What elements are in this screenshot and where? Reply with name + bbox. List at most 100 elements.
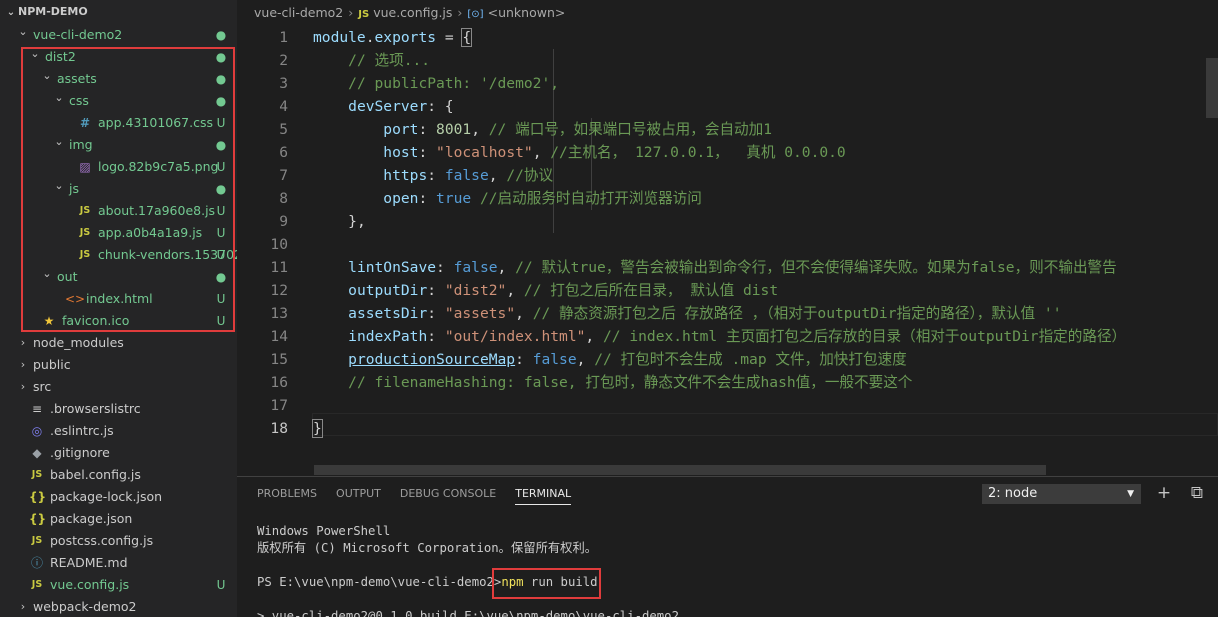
tree-file[interactable]: JS postcss.config.js [0, 530, 237, 552]
chevron-right-icon: › [20, 600, 26, 613]
code-content: // 选项... [313, 49, 430, 72]
token-key: assetsDir [348, 305, 428, 322]
token-punct: , [532, 144, 551, 161]
code-line: 13 assetsDir: "assets", // 静态资源打包之后 存放路径… [237, 302, 1218, 325]
config-file-icon: ≡ [31, 402, 43, 416]
eslint-icon: ◎ [31, 424, 43, 438]
token-key: devServer [348, 98, 428, 115]
tree-folder[interactable]: › public [0, 354, 237, 376]
token-punct: : [515, 351, 533, 368]
token-punct: , [488, 167, 507, 184]
code-line: 8 open: true //启动服务时自动打开浏览器访问 [237, 187, 1218, 210]
token-number: 8001 [436, 121, 472, 138]
git-modified-dot: ● [215, 28, 227, 42]
code-content: https: false, //协议 [313, 164, 553, 187]
tree-file[interactable]: ◎ .eslintrc.js [0, 420, 237, 442]
tree-file[interactable]: ≡ .browserslistrc [0, 398, 237, 420]
token-comment: // filenameHashing: false, 打包时，静态文件不会生成h… [348, 374, 913, 391]
token-punct: : [427, 282, 445, 299]
tree-file[interactable]: {} package-lock.json [0, 486, 237, 508]
json-file-icon: {} [29, 490, 47, 504]
token-identifier: module [313, 29, 366, 46]
tree-item-label: babel.config.js [50, 467, 141, 482]
token-key: outputDir [348, 282, 428, 299]
tree-item-label: package-lock.json [50, 489, 163, 504]
token-brace: { [461, 28, 473, 47]
breadcrumb: vue-cli-demo2 › JS vue.config.js › [⊙] <unknow… [237, 0, 1218, 26]
tree-item-label: postcss.config.js [50, 533, 154, 548]
breadcrumb-folder[interactable]: vue-cli-demo2 [254, 5, 343, 20]
token-string: "assets" [444, 305, 516, 322]
explorer-sidebar: ⌄ NPM-DEMO ⌄ vue-cli-demo2 ● ⌄ dist2 ● ⌄ assets ●… [0, 0, 237, 617]
code-line: 17 [237, 394, 1218, 417]
terminal-output[interactable]: Windows PowerShell 版权所有 (C) Microsoft Cor… [257, 523, 1207, 617]
tree-file[interactable]: JS babel.config.js [0, 464, 237, 486]
code-line: 4 devServer: { [237, 95, 1218, 118]
token-punct: , [497, 259, 516, 276]
tree-item-label: package.json [50, 511, 133, 526]
add-terminal-icon[interactable]: + [1154, 483, 1174, 503]
token-punct: . [365, 29, 375, 46]
code-content: open: true //启动服务时自动打开浏览器访问 [313, 187, 702, 210]
code-editor[interactable]: 1 module.exports = {2 // 选项... 3 // public… [237, 26, 1218, 466]
tree-item-label: src [33, 379, 52, 394]
terminal-select[interactable]: 2: node ▼ [982, 484, 1141, 504]
line-number: 5 [279, 121, 288, 138]
tree-folder[interactable]: › src [0, 376, 237, 398]
terminal-prompt-line: PS E:\vue\npm-demo\vue-cli-demo2>npm run… [257, 574, 1207, 591]
token-keyword: false [532, 351, 577, 368]
line-number: 10 [270, 236, 288, 253]
tab-debug-console[interactable]: DEBUG CONSOLE [400, 487, 496, 504]
code-line: 9 }, [237, 210, 1218, 233]
token-key: lintOnSave [348, 259, 437, 276]
breadcrumb-symbol[interactable]: <unknown> [488, 5, 566, 20]
line-number: 1 [279, 29, 288, 46]
code-line: 12 outputDir: "dist2", // 打包之后所在目录， 默认值 … [237, 279, 1218, 302]
line-number: 11 [270, 259, 288, 276]
breadcrumb-file[interactable]: vue.config.js [373, 5, 452, 20]
highlight-box-dist2 [21, 47, 235, 332]
split-terminal-icon[interactable]: ⧉ [1187, 483, 1207, 503]
tree-item-label: .browserslistrc [50, 401, 141, 416]
tree-file[interactable]: ⓘ README.md [0, 552, 237, 574]
js-file-icon: JS [31, 469, 43, 480]
token-punct: = [436, 29, 463, 46]
token-punct: : [427, 305, 445, 322]
line-number: 3 [279, 75, 288, 92]
tree-file[interactable]: JS vue.config.js U [0, 574, 237, 596]
terminal-line: > vue-cli-demo2@0.1.0 build E:\vue\npm-d… [257, 609, 679, 617]
token-punct: }, [348, 213, 366, 230]
token-punct: , [506, 282, 524, 299]
terminal-prompt: PS E:\vue\npm-demo\vue-cli-demo2> [257, 575, 502, 589]
token-punct: : [427, 328, 445, 345]
token-punct: : [427, 167, 445, 184]
line-number: 16 [270, 374, 288, 391]
code-line: 14 indexPath: "out/index.html", // index… [237, 325, 1218, 348]
code-line: 3 // publicPath: '/demo2', [237, 72, 1218, 95]
js-file-icon: JS [358, 9, 370, 20]
tab-problems[interactable]: PROBLEMS [257, 487, 317, 504]
token-comment: //启动服务时自动打开浏览器访问 [479, 190, 702, 207]
tree-file[interactable]: {} package.json [0, 508, 237, 530]
token-comment: // 静态资源打包之后 存放路径 ，（相对于outputDir指定的路径），默认… [532, 305, 1062, 322]
vertical-scrollbar[interactable] [1206, 58, 1218, 118]
code-content: indexPath: "out/index.html", // index.ht… [313, 325, 1126, 348]
info-icon: ⓘ [30, 556, 43, 570]
code-line: 15 productionSourceMap: false, // 打包时不会生… [237, 348, 1218, 371]
tree-folder[interactable]: › webpack-demo2 [0, 596, 237, 617]
explorer-section-header[interactable]: ⌄ NPM-DEMO [0, 0, 237, 24]
tree-folder[interactable]: › node_modules [0, 332, 237, 354]
line-number: 9 [279, 213, 288, 230]
horizontal-scrollbar[interactable] [314, 465, 1046, 475]
token-identifier: exports [374, 29, 437, 46]
dropdown-arrow-icon: ▼ [1127, 489, 1134, 499]
tab-output[interactable]: OUTPUT [336, 487, 381, 504]
tree-item-label: README.md [50, 555, 128, 570]
token-comment: // 选项... [348, 52, 431, 69]
terminal-select-value: 2: node [988, 486, 1038, 501]
chevron-right-icon: › [457, 5, 463, 20]
tree-file[interactable]: ◆ .gitignore [0, 442, 237, 464]
code-line: 10 [237, 233, 1218, 256]
code-content: outputDir: "dist2", // 打包之后所在目录， 默认值 dis… [313, 279, 778, 302]
tab-terminal[interactable]: TERMINAL [515, 487, 572, 505]
